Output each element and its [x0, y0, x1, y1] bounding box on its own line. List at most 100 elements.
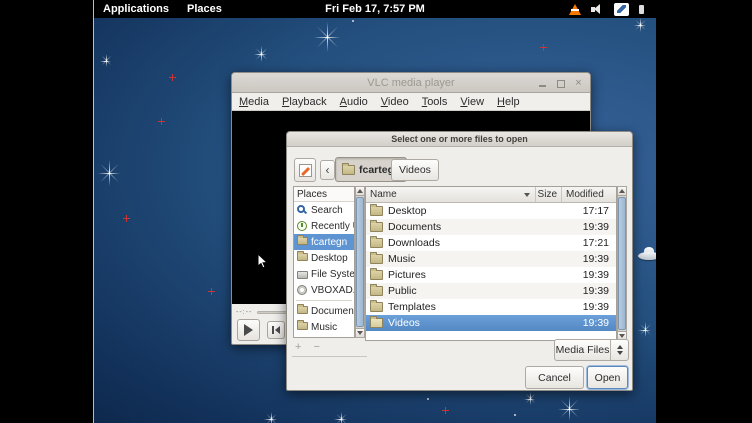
sidebar-item-home[interactable]: fcartegn — [294, 234, 354, 250]
folder-icon — [297, 322, 308, 330]
places-menu[interactable]: Places — [178, 0, 231, 18]
sidebar-item-recently-used[interactable]: Recently U... — [294, 218, 354, 234]
column-header-size[interactable]: Size — [536, 187, 562, 202]
column-header-name[interactable]: Name — [366, 187, 536, 202]
file-row-videos[interactable]: Videos 19:39 — [366, 315, 616, 331]
menu-playback[interactable]: Playback — [282, 96, 327, 108]
star-sparkle — [334, 412, 347, 423]
minimize-icon[interactable] — [538, 79, 547, 88]
menu-audio[interactable]: Audio — [340, 96, 368, 108]
vlc-titlebar[interactable]: VLC media player × — [232, 73, 590, 93]
menu-tools[interactable]: Tools — [422, 96, 448, 108]
star-dot — [427, 398, 429, 400]
panel-clock[interactable]: Fri Feb 17, 7:57 PM — [325, 3, 425, 15]
dialog-titlebar[interactable]: Select one or more files to open — [287, 132, 632, 147]
breadcrumb-videos-button[interactable]: Videos — [391, 159, 439, 181]
star-dot — [352, 20, 354, 22]
file-row-downloads[interactable]: Downloads 17:21 — [366, 235, 616, 251]
applications-menu[interactable]: Applications — [94, 0, 178, 18]
folder-icon — [370, 270, 383, 280]
star-sparkle — [638, 322, 651, 337]
sidebar-item-music[interactable]: Music — [294, 319, 354, 335]
folder-icon — [370, 222, 383, 232]
system-tray — [569, 0, 644, 18]
file-row-documents[interactable]: Documents 19:39 — [366, 219, 616, 235]
star-sparkle — [98, 160, 120, 186]
red-star — [123, 215, 130, 222]
star-dot — [514, 414, 516, 416]
red-star — [169, 74, 176, 81]
menu-video[interactable]: Video — [381, 96, 409, 108]
back-button[interactable]: ‹ — [320, 160, 335, 180]
menu-view[interactable]: View — [460, 96, 484, 108]
red-star — [208, 288, 215, 295]
scrollbar-thumb[interactable] — [618, 197, 626, 330]
cancel-button[interactable]: Cancel — [525, 366, 584, 389]
file-row-desktop[interactable]: Desktop 17:17 — [366, 203, 616, 219]
star-sparkle — [314, 22, 340, 52]
star-sparkle — [524, 392, 535, 405]
play-button[interactable] — [237, 319, 260, 341]
file-list: Name Size Modified Desktop 17:17 Documen… — [365, 186, 617, 341]
menu-media[interactable]: Media — [239, 96, 269, 108]
play-icon — [244, 324, 253, 336]
vlc-window-title: VLC media player — [367, 77, 454, 89]
scroll-up-icon[interactable] — [618, 187, 626, 196]
wallpaper-ufo-art — [638, 245, 656, 261]
column-header-modified[interactable]: Modified — [562, 187, 616, 202]
file-type-filter[interactable]: Media Files — [554, 339, 629, 361]
type-location-button[interactable] — [294, 158, 316, 182]
home-folder-icon — [297, 237, 308, 245]
desktop: Applications Places Fri Feb 17, 7:57 PM … — [93, 0, 656, 423]
sidebar-item-label: VBOXAD... — [311, 285, 354, 296]
user-badge-icon[interactable] — [614, 3, 629, 16]
close-icon[interactable]: × — [574, 79, 583, 88]
scroll-down-icon[interactable] — [356, 328, 364, 337]
power-icon[interactable] — [639, 5, 644, 14]
file-open-dialog: Select one or more files to open ‹ fcart… — [286, 131, 633, 391]
sidebar-item-documents[interactable]: Documents — [294, 303, 354, 319]
previous-icon — [272, 326, 280, 334]
star-sparkle — [558, 396, 580, 421]
file-row-templates[interactable]: Templates 19:39 — [366, 299, 616, 315]
menu-help[interactable]: Help — [497, 96, 520, 108]
file-list-scrollbar[interactable] — [617, 186, 627, 341]
volume-icon[interactable] — [591, 4, 604, 15]
folder-icon — [297, 253, 308, 261]
vlc-time-label: --:-- — [236, 309, 252, 316]
folder-icon — [342, 165, 355, 175]
maximize-icon[interactable] — [556, 79, 565, 88]
dialog-title: Select one or more files to open — [391, 134, 528, 144]
file-row-pictures[interactable]: Pictures 19:39 — [366, 267, 616, 283]
bookmark-buttons: + − — [295, 341, 320, 353]
places-scrollbar[interactable] — [355, 186, 365, 338]
file-row-music[interactable]: Music 19:39 — [366, 251, 616, 267]
folder-icon — [370, 286, 383, 296]
places-sidebar: Places Search Recently U... fcartegn Des… — [293, 186, 355, 338]
sidebar-item-vbox[interactable]: VBOXAD... — [294, 282, 354, 298]
pencil-icon — [299, 164, 312, 177]
filter-value: Media Files — [555, 344, 610, 356]
remove-bookmark-button[interactable]: − — [313, 341, 319, 353]
open-button[interactable]: Open — [587, 366, 628, 389]
sidebar-item-desktop[interactable]: Desktop — [294, 250, 354, 266]
breadcrumb-videos-label: Videos — [399, 164, 431, 176]
vlc-window-buttons: × — [538, 73, 583, 93]
separator-line — [292, 356, 367, 357]
scroll-up-icon[interactable] — [356, 187, 364, 196]
spinner-arrows-icon — [610, 340, 628, 360]
folder-icon — [370, 238, 383, 248]
add-bookmark-button[interactable]: + — [295, 341, 301, 353]
sidebar-separator — [296, 300, 352, 301]
file-row-public[interactable]: Public 19:39 — [366, 283, 616, 299]
sidebar-item-search[interactable]: Search — [294, 202, 354, 218]
red-star — [442, 407, 449, 414]
sidebar-item-label: Search — [311, 205, 343, 216]
sidebar-item-file-system[interactable]: File System — [294, 266, 354, 282]
scrollbar-thumb[interactable] — [356, 197, 364, 327]
star-sparkle — [254, 46, 267, 62]
previous-button[interactable] — [267, 321, 285, 339]
star-sparkle — [100, 54, 111, 67]
star-sparkle — [264, 412, 277, 423]
vlc-cone-icon[interactable] — [569, 4, 581, 15]
